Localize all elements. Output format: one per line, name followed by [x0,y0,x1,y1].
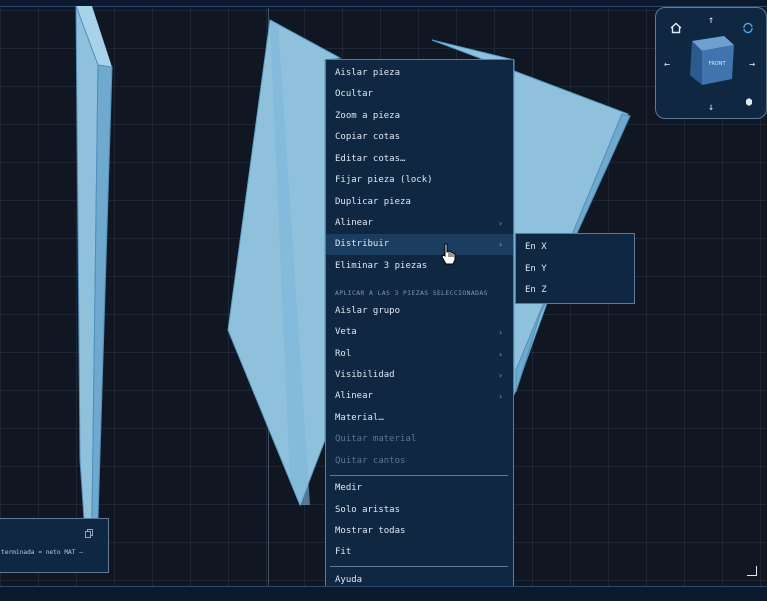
menu-item-alinear-grupo[interactable]: Alinear › [326,386,513,407]
home-icon[interactable] [670,22,682,34]
arrow-down-icon[interactable]: ↓ [708,103,714,113]
distribuir-submenu: En X En Y En Z [515,233,635,304]
menu-item-eliminar-piezas[interactable]: Eliminar 3 piezas [326,256,513,277]
chevron-right-icon: › [498,219,503,228]
menu-item-alinear[interactable]: Alinear › [326,213,513,234]
cube-icon[interactable] [744,97,754,107]
chevron-right-icon: › [498,240,503,249]
menu-item-medir[interactable]: Medir [326,478,513,499]
submenu-item-en-z[interactable]: En Z [516,280,634,301]
hand-cursor-icon [441,243,456,265]
menu-group-header: APLICAR A LAS 3 PIEZAS SELECCIONADAS [335,289,488,297]
context-menu: Aislar pieza Ocultar Zoom a pieza Copiar… [325,59,514,594]
menu-item-mostrar-todas[interactable]: Mostrar todas [326,521,513,542]
menu-item-ocultar[interactable]: Ocultar [326,84,513,105]
menu-item-duplicar-pieza[interactable]: Duplicar pieza [326,192,513,213]
arrow-right-icon[interactable]: → [749,60,755,70]
menu-separator [330,566,508,567]
menu-item-solo-aristas[interactable]: Solo aristas [326,500,513,521]
chevron-right-icon: › [498,350,503,359]
resize-corner-icon[interactable] [747,566,757,576]
menu-item-quitar-material: Quitar material [335,434,417,444]
menu-item-aislar-pieza[interactable]: Aislar pieza [326,63,513,84]
menu-item-editar-cotas[interactable]: Editar cotas… [326,149,513,170]
bottom-status-bar [0,586,767,601]
view-cube: ↑ ← → ↓ FRONT [655,7,767,119]
menu-item-zoom-a-pieza[interactable]: Zoom a pieza [326,106,513,127]
menu-item-aislar-grupo[interactable]: Aislar grupo [326,301,513,322]
menu-item-visibilidad[interactable]: Visibilidad › [326,365,513,386]
menu-item-quitar-cantos: Quitar cantos [335,456,406,466]
menu-item-veta[interactable]: Veta › [326,322,513,343]
rotate-icon[interactable] [742,22,754,34]
submenu-item-en-x[interactable]: En X [516,237,634,258]
orientation-cube[interactable]: FRONT [682,31,740,91]
chevron-right-icon: › [498,392,503,401]
info-panel: terminada = neto MAT — [0,518,109,573]
menu-item-fijar-pieza[interactable]: Fijar pieza (lock) [326,170,513,191]
arrow-up-icon[interactable]: ↑ [708,16,714,26]
info-text: terminada = neto MAT — [1,549,83,556]
chevron-right-icon: › [498,328,503,337]
menu-item-material[interactable]: Material… [326,408,513,429]
menu-item-copiar-cotas[interactable]: Copiar cotas [326,127,513,148]
submenu-item-en-y[interactable]: En Y [516,259,634,280]
arrow-left-icon[interactable]: ← [664,60,670,70]
copy-icon[interactable] [85,529,93,538]
menu-item-distribuir[interactable]: Distribuir › [326,234,513,255]
menu-item-rol[interactable]: Rol › [326,344,513,365]
cube-face-label: FRONT [708,61,726,67]
menu-item-fit[interactable]: Fit [326,542,513,563]
menu-separator [330,475,508,476]
chevron-right-icon: › [498,371,503,380]
